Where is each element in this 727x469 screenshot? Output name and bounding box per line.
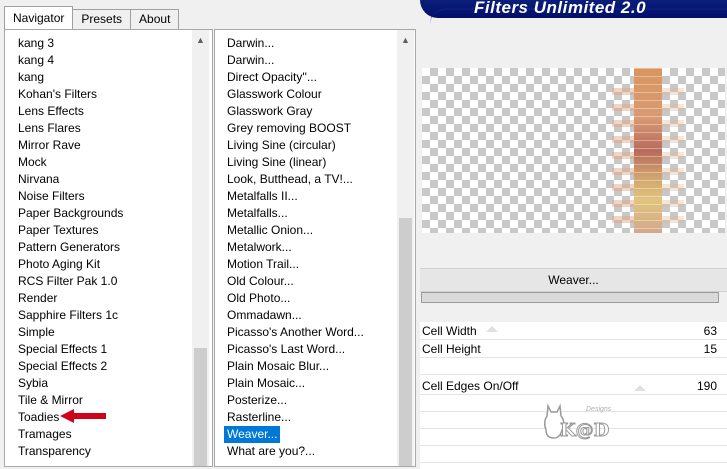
filter-scroll-thumb[interactable] xyxy=(399,218,412,466)
category-scroll-thumb[interactable] xyxy=(194,348,207,466)
divider xyxy=(420,357,727,358)
param-value[interactable]: 63 xyxy=(704,324,717,338)
category-item[interactable]: Pattern Generators xyxy=(15,239,191,256)
filter-item[interactable]: Old Colour... xyxy=(224,273,394,290)
param-label: Cell Height xyxy=(422,342,481,356)
category-item[interactable]: Lens Flares xyxy=(15,120,191,137)
param-cell-height[interactable]: Cell Height 15 xyxy=(420,340,727,358)
filter-item[interactable]: Plain Mosaic... xyxy=(224,375,394,392)
tab-about[interactable]: About xyxy=(130,9,180,29)
category-scrollbar[interactable]: ▲ xyxy=(192,30,209,466)
category-item[interactable]: kang 3 xyxy=(15,35,191,52)
filter-item[interactable]: Grey removing BOOST xyxy=(224,120,394,137)
category-item[interactable]: Render xyxy=(15,290,191,307)
category-panel: kang 3 kang 4 kang Kohan's Filters Lens Effe… xyxy=(4,29,213,467)
param-label: Cell Edges On/Off xyxy=(422,379,519,393)
progress-bar xyxy=(421,292,719,303)
category-item[interactable]: Transparency xyxy=(15,443,191,460)
divider xyxy=(420,374,727,375)
param-cell-edges[interactable]: Cell Edges On/Off 190 xyxy=(420,377,727,395)
preview-weave-strip xyxy=(634,68,662,233)
scroll-up-icon[interactable]: ▲ xyxy=(192,32,209,49)
filter-scrollbar[interactable]: ▲ xyxy=(397,30,414,466)
category-item[interactable]: Sybia xyxy=(15,375,191,392)
category-item[interactable]: Paper Backgrounds xyxy=(15,205,191,222)
filter-panel: Darwin... Darwin... Direct Opacity''... Gla… xyxy=(214,29,416,467)
filter-item[interactable]: Old Photo... xyxy=(224,290,394,307)
category-item[interactable]: Special Effects 1 xyxy=(15,341,191,358)
filter-item[interactable]: Living Sine (linear) xyxy=(224,154,394,171)
category-list: kang 3 kang 4 kang Kohan's Filters Lens Effe… xyxy=(15,35,191,460)
divider xyxy=(420,445,727,446)
filter-item[interactable]: What are you?... xyxy=(224,443,394,460)
filter-item[interactable]: Direct Opacity''... xyxy=(224,69,394,86)
tab-bar: Navigator Presets About xyxy=(4,6,180,29)
filter-item[interactable]: Picasso's Another Word... xyxy=(224,324,394,341)
filter-item-selected[interactable]: Weaver... xyxy=(224,426,281,443)
category-item[interactable]: Tile & Mirror xyxy=(15,392,191,409)
filter-item[interactable]: Plain Mosaic Blur... xyxy=(224,358,394,375)
filter-item[interactable]: Metalfalls II... xyxy=(224,188,394,205)
parameter-panel: Cell Width 63 Cell Height 15 Cell Edges … xyxy=(420,322,727,469)
param-value[interactable]: 190 xyxy=(697,379,717,393)
filter-item[interactable]: Glasswork Colour xyxy=(224,86,394,103)
param-label: Cell Width xyxy=(422,324,477,338)
filter-item[interactable]: Look, Butthead, a TV!... xyxy=(224,171,394,188)
filter-item[interactable]: Rasterline... xyxy=(224,409,394,426)
watermark-text: K@D xyxy=(559,420,610,442)
filter-title: Weaver... xyxy=(420,268,727,292)
filter-item[interactable]: Darwin... xyxy=(224,52,394,69)
category-item[interactable]: Tramages xyxy=(15,426,191,443)
preview-image xyxy=(422,68,725,233)
divider xyxy=(420,394,727,395)
category-item[interactable]: Kohan's Filters xyxy=(15,86,191,103)
filter-item[interactable]: Living Sine (circular) xyxy=(224,137,394,154)
filter-item[interactable]: Metalfalls... xyxy=(224,205,394,222)
watermark-logo: Designs K@D xyxy=(540,400,630,445)
category-item[interactable]: Special Effects 2 xyxy=(15,358,191,375)
tab-presets[interactable]: Presets xyxy=(72,9,132,29)
preview-weave-right xyxy=(662,88,684,228)
category-item[interactable]: Photo Aging Kit xyxy=(15,256,191,273)
category-item[interactable]: kang xyxy=(15,69,191,86)
category-item[interactable]: Noise Filters xyxy=(15,188,191,205)
category-item[interactable]: Sapphire Filters 1c xyxy=(15,307,191,324)
category-item[interactable]: Mirror Rave xyxy=(15,137,191,154)
category-item[interactable]: Lens Effects xyxy=(15,103,191,120)
category-item[interactable]: RCS Filter Pak 1.0 xyxy=(15,273,191,290)
red-arrow-icon xyxy=(60,409,106,423)
scroll-up-icon[interactable]: ▲ xyxy=(397,32,414,49)
category-item[interactable]: Paper Textures xyxy=(15,222,191,239)
category-item[interactable]: kang 4 xyxy=(15,52,191,69)
filter-item[interactable]: Metallic Onion... xyxy=(224,222,394,239)
divider xyxy=(420,462,727,463)
filter-item[interactable]: Glasswork Gray xyxy=(224,103,394,120)
category-item[interactable]: Simple xyxy=(15,324,191,341)
filter-item[interactable]: Darwin... xyxy=(224,35,394,52)
filter-item[interactable]: Motion Trail... xyxy=(224,256,394,273)
param-cell-width[interactable]: Cell Width 63 xyxy=(420,322,727,340)
tab-navigator[interactable]: Navigator xyxy=(4,6,74,29)
filter-item[interactable]: Picasso's Last Word... xyxy=(224,341,394,358)
param-value[interactable]: 15 xyxy=(704,342,717,356)
app-title: Filters Unlimited 2.0 xyxy=(474,0,647,17)
category-item[interactable]: Nirvana xyxy=(15,171,191,188)
preview-weave-left xyxy=(612,88,634,228)
filter-item[interactable]: Ommadawn... xyxy=(224,307,394,324)
filter-item[interactable]: Metalwork... xyxy=(224,239,394,256)
category-item[interactable]: Mock xyxy=(15,154,191,171)
filter-item[interactable]: Posterize... xyxy=(224,392,394,409)
watermark-small-text: Designs xyxy=(586,406,612,413)
filter-list: Darwin... Darwin... Direct Opacity''... Gla… xyxy=(224,35,394,460)
